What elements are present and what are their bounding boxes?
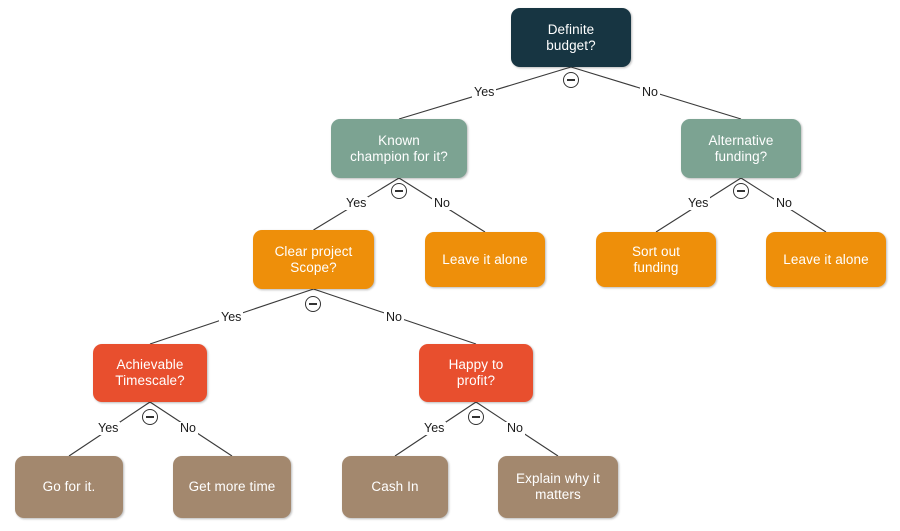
minus-circle-icon[interactable] [391,183,407,199]
node-get-more-time[interactable]: Get more time [173,456,291,518]
node-alternative-funding-label: Alternative funding? [708,132,774,164]
edge-clear-scope-yes-label: Yes [219,310,244,324]
node-known-champion-label: Known champion for it? [350,132,448,164]
minus-circle-icon[interactable] [468,409,484,425]
node-clear-project-scope[interactable]: Clear project Scope? [253,230,374,289]
node-leave-it-alone-right-label: Leave it alone [783,251,869,267]
edge-alternative-funding-yes-label: Yes [686,196,711,210]
minus-circle-icon[interactable] [142,409,158,425]
node-get-more-time-label: Get more time [188,479,276,495]
node-leave-it-alone-left[interactable]: Leave it alone [425,232,545,287]
node-known-champion[interactable]: Known champion for it? [331,119,467,178]
edge-alternative-funding-no-label: No [774,196,794,210]
edge-definite-budget-no-label: No [640,85,660,99]
edge-definite-budget-yes-label: Yes [472,85,497,99]
node-alternative-funding[interactable]: Alternative funding? [681,119,801,178]
edge-known-champion-no-label: No [432,196,452,210]
edge-achievable-no-label: No [178,421,198,435]
minus-circle-icon[interactable] [563,72,579,88]
node-cash-in-label: Cash In [371,479,419,495]
edge-happy-profit-yes-label: Yes [422,421,447,435]
node-achievable-timescale-label: Achievable Timescale? [115,357,185,388]
node-definite-budget[interactable]: Definite budget? [511,8,631,67]
node-achievable-timescale[interactable]: Achievable Timescale? [93,344,207,402]
node-happy-to-profit[interactable]: Happy to profit? [419,344,533,402]
node-cash-in[interactable]: Cash In [342,456,448,518]
node-go-for-it[interactable]: Go for it. [15,456,123,518]
edge-happy-profit-no-label: No [505,421,525,435]
edge-clear-scope-no-label: No [384,310,404,324]
node-go-for-it-label: Go for it. [42,479,96,495]
node-explain-why-it-matters-label: Explain why it matters [516,471,600,502]
node-sort-out-funding[interactable]: Sort out funding [596,232,716,287]
node-leave-it-alone-right[interactable]: Leave it alone [766,232,886,287]
node-clear-project-scope-label: Clear project Scope? [274,243,353,275]
node-happy-to-profit-label: Happy to profit? [448,357,504,388]
edge-achievable-yes-label: Yes [96,421,121,435]
minus-circle-icon[interactable] [305,296,321,312]
node-sort-out-funding-label: Sort out funding [631,243,681,275]
decision-tree-canvas: Definite budget? Known champion for it? Al… [0,0,900,531]
edge-known-champion-yes-label: Yes [344,196,369,210]
node-explain-why-it-matters[interactable]: Explain why it matters [498,456,618,518]
node-definite-budget-label: Definite budget? [546,21,596,53]
minus-circle-icon[interactable] [733,183,749,199]
node-leave-it-alone-left-label: Leave it alone [442,251,528,267]
